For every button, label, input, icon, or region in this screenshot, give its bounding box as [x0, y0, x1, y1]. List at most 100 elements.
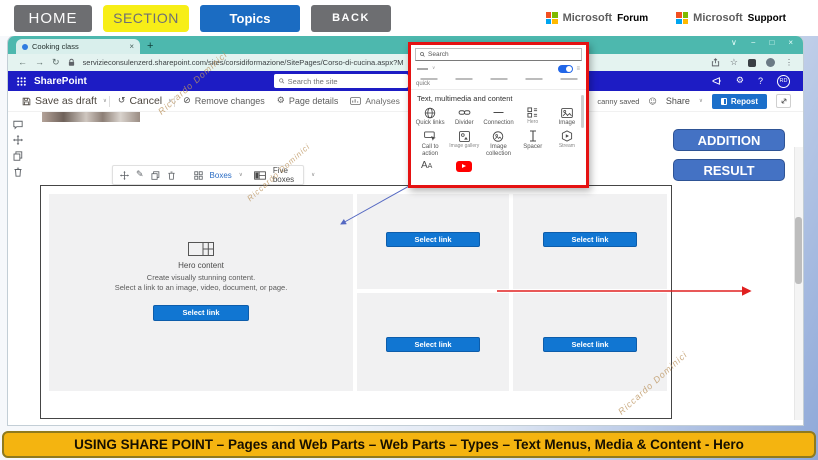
- share-page-icon[interactable]: [711, 58, 720, 67]
- reload-icon[interactable]: ↻: [52, 58, 60, 67]
- youtube-icon[interactable]: [456, 161, 472, 172]
- filter-caret-icon[interactable]: ∨: [432, 66, 435, 71]
- profile-avatar[interactable]: [766, 58, 775, 67]
- browser-tab[interactable]: Cooking class ×: [16, 39, 140, 54]
- select-link-button[interactable]: Select link: [386, 232, 480, 247]
- webpart-hero[interactable]: Hero: [516, 106, 550, 127]
- nav-button-home[interactable]: HOME: [14, 5, 92, 32]
- hero-webpart-canvas: Hero content Create visually stunning co…: [40, 185, 672, 419]
- nav-button-section[interactable]: SECTION: [103, 5, 189, 32]
- url-text[interactable]: servizieconsulenzerd.sharepoint.com/site…: [83, 58, 403, 67]
- category-item[interactable]: [516, 76, 551, 89]
- filter-dropdown[interactable]: [417, 68, 428, 70]
- save-as-draft-button[interactable]: Save as draft: [22, 95, 97, 107]
- view-toggle[interactable]: [558, 65, 573, 73]
- webpart-image-collection[interactable]: Image collection: [481, 130, 515, 158]
- category-item[interactable]: [446, 76, 481, 89]
- megaphone-icon[interactable]: [712, 77, 722, 85]
- app-launcher-waffle-icon[interactable]: [17, 77, 26, 86]
- new-tab-button[interactable]: +: [147, 41, 153, 52]
- lesson-title-text: USING SHARE POINT – Pages and Web Parts …: [74, 437, 744, 452]
- category-item[interactable]: [481, 76, 516, 89]
- category-item[interactable]: quick: [411, 76, 446, 89]
- help-icon[interactable]: ?: [758, 76, 763, 86]
- microsoft-forum-link[interactable]: Microsoft Forum: [546, 12, 649, 24]
- site-search-input[interactable]: [288, 77, 403, 86]
- microsoft-support-link[interactable]: Microsoft Support: [676, 12, 786, 24]
- trash-icon[interactable]: [167, 171, 176, 180]
- webpart-image[interactable]: Image: [550, 106, 584, 127]
- site-search-box[interactable]: [274, 74, 408, 88]
- duplicate-icon[interactable]: [151, 171, 160, 180]
- browser-window: Cooking class × + ∨ − □ × ← → ↻ servizie…: [8, 36, 803, 425]
- webpart-image-gallery[interactable]: Image gallery: [447, 130, 481, 158]
- select-link-button[interactable]: Select link: [543, 337, 637, 352]
- forum-label: Forum: [617, 13, 648, 24]
- picker-grid-row3: AA: [411, 158, 586, 175]
- delete-icon[interactable]: [13, 167, 23, 177]
- layout-group-caret-icon[interactable]: ∨: [239, 172, 243, 178]
- list-view-icon[interactable]: ≡: [576, 66, 580, 72]
- move-icon[interactable]: [120, 171, 129, 180]
- browser-menu-icon[interactable]: ⋮: [785, 58, 793, 67]
- page-details-button[interactable]: ⚙ Page details: [277, 96, 339, 106]
- share-button[interactable]: Share: [666, 96, 690, 106]
- webpart-call-to-action[interactable]: Call to action: [413, 130, 447, 158]
- forward-icon[interactable]: →: [35, 58, 44, 67]
- webpart-connection[interactable]: — Connection: [481, 106, 515, 127]
- browser-address-bar: ← → ↻ servizieconsulenzerd.sharepoint.co…: [8, 54, 803, 71]
- stream-play-icon: [561, 130, 573, 143]
- layout-group-dropdown[interactable]: Boxes: [210, 171, 232, 180]
- share-caret-icon[interactable]: ∨: [699, 98, 703, 104]
- remove-changes-button[interactable]: ⊘ Remove changes: [183, 96, 265, 106]
- sharepoint-app-name[interactable]: SharePoint: [34, 76, 87, 87]
- picker-scrollbar-thumb[interactable]: [581, 95, 584, 128]
- save-icon: [22, 97, 31, 106]
- webpart-divider[interactable]: Divider: [447, 106, 481, 127]
- microsoft-brand-text: Microsoft: [563, 12, 613, 24]
- cancel-options-caret-icon[interactable]: ∨: [168, 98, 172, 104]
- webpart-stream[interactable]: Stream: [550, 130, 584, 158]
- move-webpart-icon[interactable]: [13, 135, 23, 145]
- layout-option-dropdown[interactable]: Five boxes: [273, 166, 294, 184]
- hero-tile: Select link: [357, 194, 509, 289]
- close-button[interactable]: ×: [788, 38, 793, 47]
- nav-button-back[interactable]: BACK: [311, 5, 391, 32]
- tab-close-icon[interactable]: ×: [129, 42, 134, 51]
- comments-icon[interactable]: [13, 120, 23, 130]
- account-avatar[interactable]: RD: [777, 75, 790, 88]
- tab-search-icon[interactable]: ∨: [731, 38, 737, 47]
- back-icon[interactable]: ←: [18, 58, 27, 67]
- collage-icon: [459, 130, 470, 143]
- image-collection-icon: [492, 130, 504, 143]
- category-item[interactable]: [551, 76, 586, 89]
- duplicate-icon[interactable]: [13, 151, 23, 161]
- expand-toolbar-button[interactable]: [776, 94, 791, 108]
- save-options-caret-icon[interactable]: ∨: [103, 98, 107, 104]
- minimize-button[interactable]: −: [751, 38, 756, 47]
- result-button[interactable]: RESULT: [673, 159, 785, 181]
- page-scrollbar-thumb[interactable]: [795, 217, 802, 284]
- settings-gear-icon[interactable]: ⚙: [736, 76, 744, 86]
- edit-pencil-icon[interactable]: ✎: [136, 170, 144, 180]
- text-webpart-icon[interactable]: AA: [421, 161, 432, 171]
- select-link-button[interactable]: Select link: [153, 305, 249, 321]
- maximize-button[interactable]: □: [769, 38, 774, 47]
- select-link-button[interactable]: Select link: [386, 337, 480, 352]
- repost-button[interactable]: Repost: [712, 94, 767, 109]
- webpart-spacer[interactable]: Spacer: [516, 130, 550, 158]
- picker-grid-row1: Quick links Divider — Connection Hero: [411, 106, 586, 127]
- cancel-button[interactable]: ↺ Cancel: [118, 95, 162, 107]
- select-link-button[interactable]: Select link: [543, 232, 637, 247]
- layout-option-caret-icon[interactable]: ∨: [311, 172, 315, 178]
- feedback-smiley-icon[interactable]: ☺: [648, 97, 656, 106]
- analytics-button[interactable]: Analyses: [350, 96, 400, 106]
- webpart-quick-links[interactable]: Quick links: [413, 106, 447, 127]
- nav-button-topics[interactable]: Topics: [200, 5, 300, 32]
- page-content-area: ✎ Boxes ∨ Five boxes ∨: [8, 112, 803, 425]
- extension-icon[interactable]: [748, 59, 756, 67]
- webpart-search-box[interactable]: Search: [415, 48, 582, 61]
- hero-tile: Select link: [513, 194, 667, 289]
- addition-button[interactable]: ADDITION: [673, 129, 785, 151]
- bookmark-star-icon[interactable]: ☆: [730, 57, 738, 68]
